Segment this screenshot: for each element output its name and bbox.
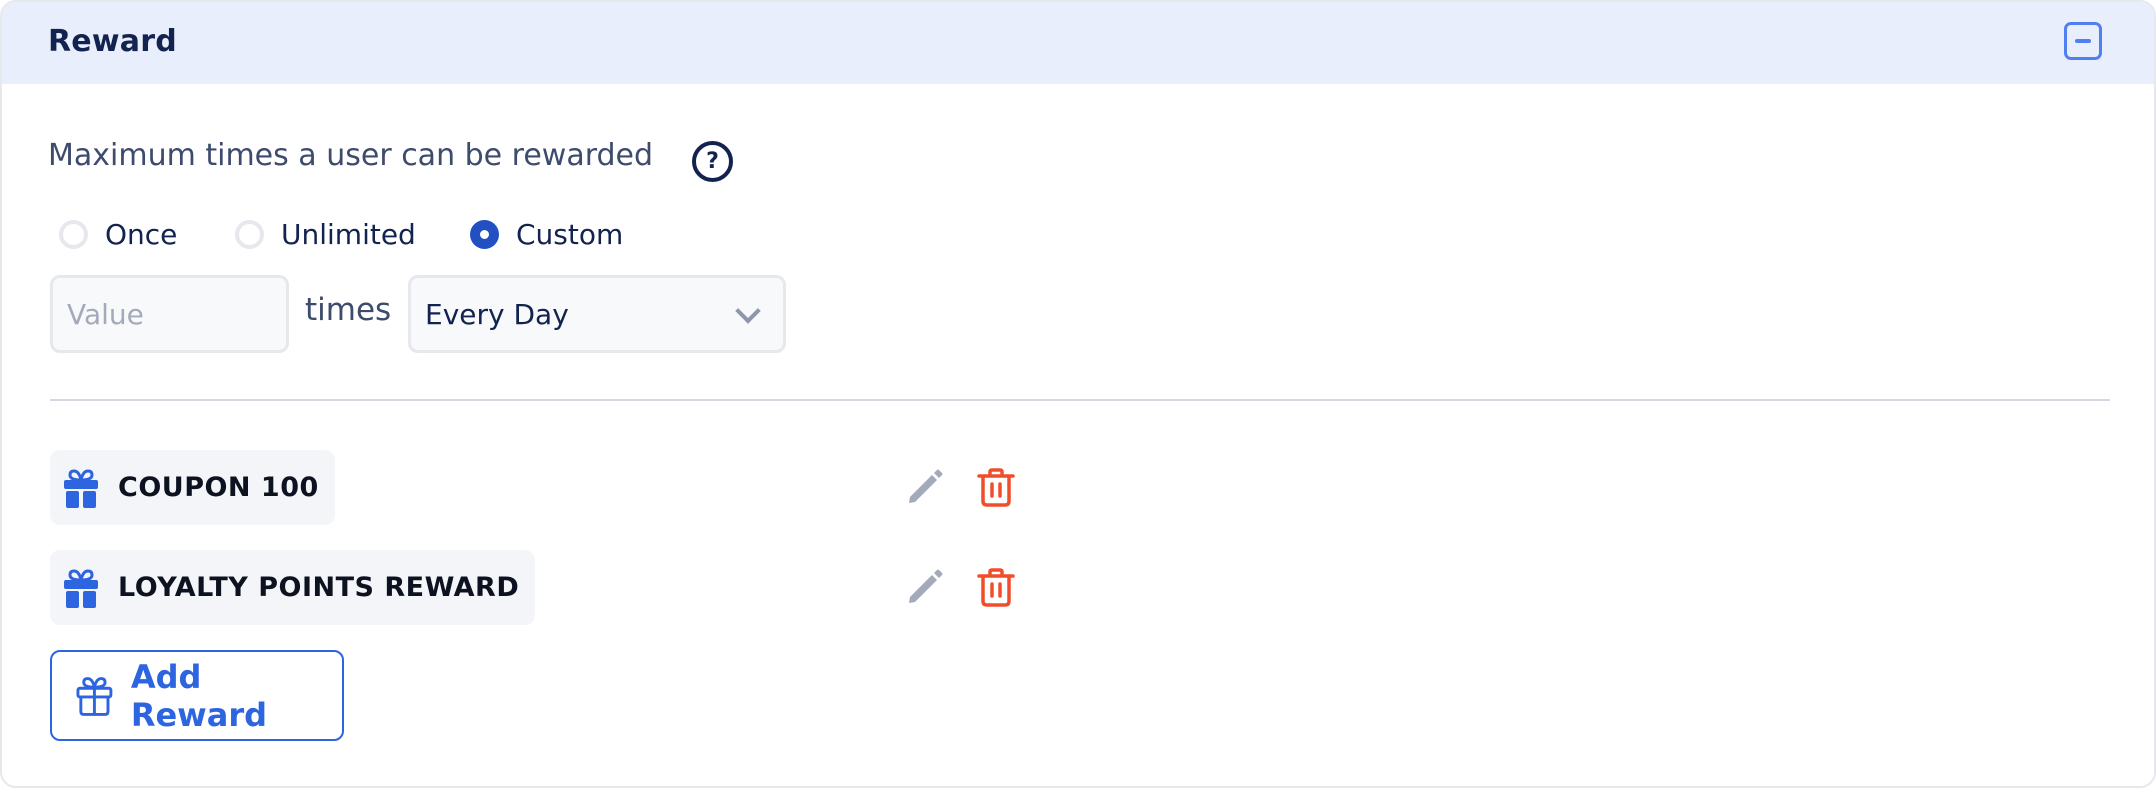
- radio-circle[interactable]: [59, 219, 88, 249]
- minus-square-icon: [2075, 39, 2091, 43]
- gift-outline-icon: [76, 676, 113, 716]
- question-circle-icon[interactable]: ?: [692, 141, 733, 182]
- chevron-down-icon: [735, 298, 761, 324]
- collapse-button[interactable]: [2064, 22, 2102, 60]
- reward-chip: COUPON 100: [50, 450, 335, 525]
- radio-label: Once: [105, 217, 178, 251]
- period-select-value: Every Day: [425, 298, 569, 331]
- divider: [50, 399, 2110, 401]
- edit-reward-button[interactable]: [905, 567, 945, 607]
- radio-once[interactable]: Once: [59, 217, 177, 251]
- radio-circle[interactable]: [470, 219, 499, 249]
- edit-reward-button[interactable]: [905, 467, 945, 507]
- period-select[interactable]: Every Day: [408, 275, 786, 353]
- delete-reward-button[interactable]: [976, 467, 1016, 507]
- panel-header: Reward: [2, 2, 2154, 84]
- gift-icon: [64, 468, 98, 508]
- reward-panel: Reward Maximum times a user can be rewar…: [0, 0, 2156, 788]
- reward-name: COUPON 100: [118, 472, 319, 503]
- radio-label: Unlimited: [281, 217, 416, 251]
- trash-icon: [977, 468, 1015, 507]
- pencil-icon: [909, 569, 943, 603]
- add-reward-label: Add Reward: [130, 657, 268, 734]
- add-reward-button[interactable]: Add Reward: [50, 650, 344, 741]
- max-rewards-label: Maximum times a user can be rewarded: [48, 138, 654, 173]
- radio-custom[interactable]: Custom: [470, 217, 623, 251]
- reward-name: LOYALTY POINTS REWARD: [118, 572, 520, 603]
- delete-reward-button[interactable]: [976, 567, 1016, 607]
- panel-title: Reward: [48, 24, 177, 59]
- radio-unlimited[interactable]: Unlimited: [235, 217, 416, 251]
- reward-chip: LOYALTY POINTS REWARD: [50, 550, 536, 625]
- trash-icon: [977, 568, 1015, 607]
- value-input[interactable]: [50, 275, 289, 353]
- times-label: times: [305, 292, 392, 328]
- radio-circle[interactable]: [235, 219, 264, 249]
- pencil-icon: [909, 469, 943, 503]
- radio-label: Custom: [516, 217, 624, 251]
- gift-icon: [64, 568, 98, 608]
